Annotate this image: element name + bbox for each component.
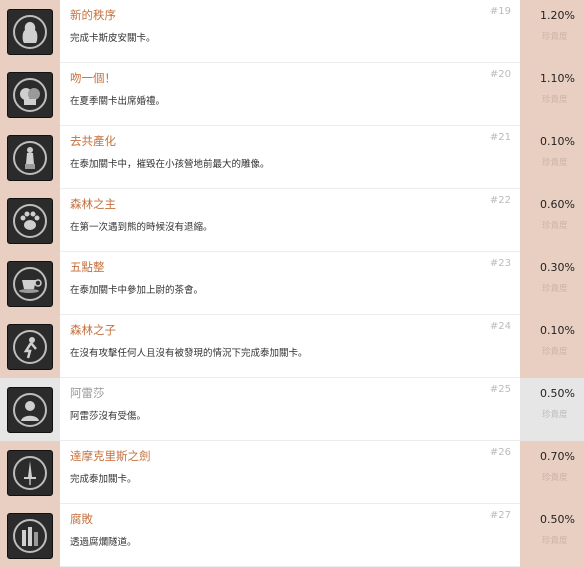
rarity-label: 珍貴度 (542, 284, 568, 294)
achievement-title: 森林之主 (70, 197, 116, 211)
completion-percent: 0.50% (540, 513, 575, 526)
achievement-description: 透過腐爛隧道。 (70, 537, 137, 548)
achievement-number: #22 (489, 195, 511, 206)
rarity-label: 珍貴度 (542, 473, 568, 483)
rarity-label: 珍貴度 (542, 410, 568, 420)
rarity-label: 珍貴度 (542, 32, 568, 42)
achievement-row[interactable]: 吻一個！ 在夏季關卡出席婚禮。 #20 1.10% 珍貴度 (0, 63, 584, 126)
achievement-number: #27 (489, 510, 511, 521)
achievement-number: #24 (489, 321, 511, 332)
achievement-row[interactable]: 達摩克里斯之劍 完成泰加關卡。 #26 0.70% 珍貴度 (0, 441, 584, 504)
achievement-description: 在沒有攻擊任何人且沒有被發現的情況下完成泰加關卡。 (70, 348, 308, 359)
achievement-row[interactable]: 去共產化 在泰加關卡中，摧毀在小孩營地前最大的雕像。 #21 0.10% 珍貴度 (0, 126, 584, 189)
portrait-icon (7, 386, 53, 433)
completion-percent: 1.10% (540, 72, 575, 85)
achievement-title: 阿雷莎 (70, 386, 105, 400)
kiss-icon (7, 71, 53, 118)
achievement-description: 在泰加關卡中，摧毀在小孩營地前最大的雕像。 (70, 159, 270, 170)
teacup-icon (7, 260, 53, 307)
paw-icon (7, 197, 53, 244)
rarity-label: 珍貴度 (542, 158, 568, 168)
completion-percent: 0.30% (540, 261, 575, 274)
achievement-title: 去共產化 (70, 134, 116, 148)
achievement-row[interactable]: 森林之子 在沒有攻擊任何人且沒有被發現的情況下完成泰加關卡。 #24 0.10%… (0, 315, 584, 378)
completion-percent: 0.10% (540, 135, 575, 148)
completion-percent: 0.60% (540, 198, 575, 211)
achievement-row[interactable]: 新的秩序 完成卡斯皮安關卡。 #19 1.20% 珍貴度 (0, 0, 584, 63)
achievement-row[interactable]: 阿雷莎 阿雷莎沒有受傷。 #25 0.50% 珍貴度 (0, 378, 584, 441)
achievement-list: 新的秩序 完成卡斯皮安關卡。 #19 1.20% 珍貴度 吻一個！ 在夏季關卡出… (0, 0, 584, 567)
achievement-number: #25 (489, 384, 511, 395)
achievement-title: 森林之子 (70, 323, 116, 337)
achievement-description: 在第一次遇到熊的時候沒有退縮。 (70, 222, 213, 233)
achievement-number: #19 (489, 6, 511, 17)
achievement-description: 在泰加關卡中參加上尉的茶會。 (70, 285, 204, 296)
achievement-row[interactable]: 五點整 在泰加關卡中參加上尉的茶會。 #23 0.30% 珍貴度 (0, 252, 584, 315)
achievement-row[interactable]: 腐敗 透過腐爛隧道。 #27 0.50% 珍貴度 (0, 504, 584, 567)
silhouette-icon (7, 8, 53, 55)
sword-icon (7, 449, 53, 496)
achievement-title: 五點整 (70, 260, 105, 274)
achievement-title: 達摩克里斯之劍 (70, 449, 151, 463)
ruin-icon (7, 512, 53, 559)
rarity-label: 珍貴度 (542, 221, 568, 231)
rarity-label: 珍貴度 (542, 536, 568, 546)
achievement-description: 完成泰加關卡。 (70, 474, 137, 485)
achievement-title: 腐敗 (70, 512, 93, 526)
achievement-description: 在夏季關卡出席婚禮。 (70, 96, 166, 107)
completion-percent: 0.10% (540, 324, 575, 337)
achievement-number: #26 (489, 447, 511, 458)
achievement-row[interactable]: 森林之主 在第一次遇到熊的時候沒有退縮。 #22 0.60% 珍貴度 (0, 189, 584, 252)
achievement-title: 吻一個！ (70, 71, 116, 85)
achievement-number: #20 (489, 69, 511, 80)
completion-percent: 0.70% (540, 450, 575, 463)
child-icon (7, 323, 53, 370)
completion-percent: 0.50% (540, 387, 575, 400)
achievement-title: 新的秩序 (70, 8, 116, 22)
rarity-label: 珍貴度 (542, 95, 568, 105)
achievement-number: #23 (489, 258, 511, 269)
achievement-description: 完成卡斯皮安關卡。 (70, 33, 156, 44)
achievement-number: #21 (489, 132, 511, 143)
achievement-description: 阿雷莎沒有受傷。 (70, 411, 147, 422)
completion-percent: 1.20% (540, 9, 575, 22)
rarity-label: 珍貴度 (542, 347, 568, 357)
statue-icon (7, 134, 53, 181)
